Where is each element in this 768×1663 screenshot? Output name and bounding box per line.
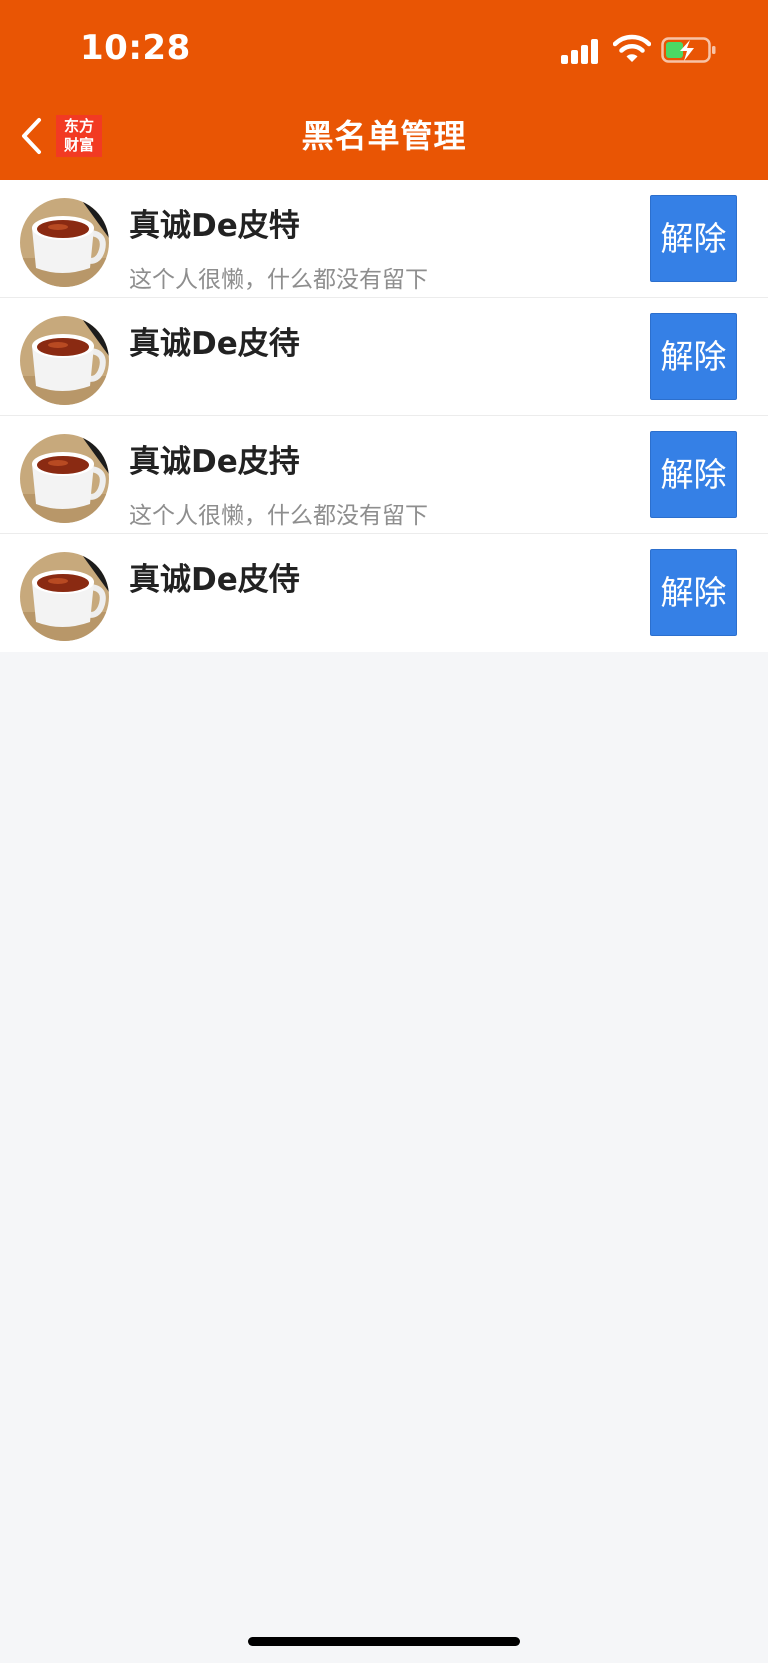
back-button[interactable] <box>14 114 48 158</box>
chevron-left-icon <box>22 118 41 154</box>
unblock-button[interactable]: 解除 <box>650 549 737 636</box>
blacklist-row: 真诚De皮持 这个人很懒，什么都没有留下 解除 <box>0 416 768 534</box>
logo-line-2: 财富 <box>63 136 94 154</box>
blacklist-row: 真诚De皮特 这个人很懒，什么都没有留下 解除 <box>0 180 768 298</box>
status-time: 10:28 <box>80 28 191 68</box>
status-bar: 10:28 <box>0 0 768 100</box>
nav-bar: 黑名单管理 东方 财富 <box>0 100 768 180</box>
page-title: 黑名单管理 <box>301 117 467 155</box>
user-bio: 这个人很懒，什么都没有留下 <box>129 267 428 293</box>
user-bio: 这个人很懒，什么都没有留下 <box>129 503 428 529</box>
home-indicator[interactable] <box>248 1637 520 1646</box>
user-name: 真诚De皮持 <box>129 444 300 480</box>
battery-charging-icon <box>661 36 717 64</box>
cellular-signal-icon <box>561 38 601 64</box>
avatar <box>20 434 109 523</box>
blacklist-row: 真诚De皮待 解除 <box>0 298 768 416</box>
user-name: 真诚De皮特 <box>129 208 300 244</box>
header: 10:28 黑名单管理 东方 财富 <box>0 0 768 180</box>
blacklist: 真诚De皮特 这个人很懒，什么都没有留下 解除 真诚De皮待 解除 真诚De皮持… <box>0 180 768 652</box>
avatar <box>20 316 109 405</box>
blacklist-row: 真诚De皮侍 解除 <box>0 534 768 652</box>
wifi-icon <box>612 34 652 64</box>
user-name: 真诚De皮侍 <box>129 562 300 598</box>
user-name: 真诚De皮待 <box>129 326 300 362</box>
app-logo[interactable]: 东方 财富 <box>56 115 102 157</box>
avatar <box>20 552 109 641</box>
blacklist-page: 10:28 黑名单管理 东方 财富 真诚De皮特 这个人很懒，什么都没有留下 解… <box>0 0 768 1663</box>
logo-line-1: 东方 <box>63 117 94 135</box>
unblock-button[interactable]: 解除 <box>650 431 737 518</box>
unblock-button[interactable]: 解除 <box>650 195 737 282</box>
avatar <box>20 198 109 287</box>
unblock-button[interactable]: 解除 <box>650 313 737 400</box>
